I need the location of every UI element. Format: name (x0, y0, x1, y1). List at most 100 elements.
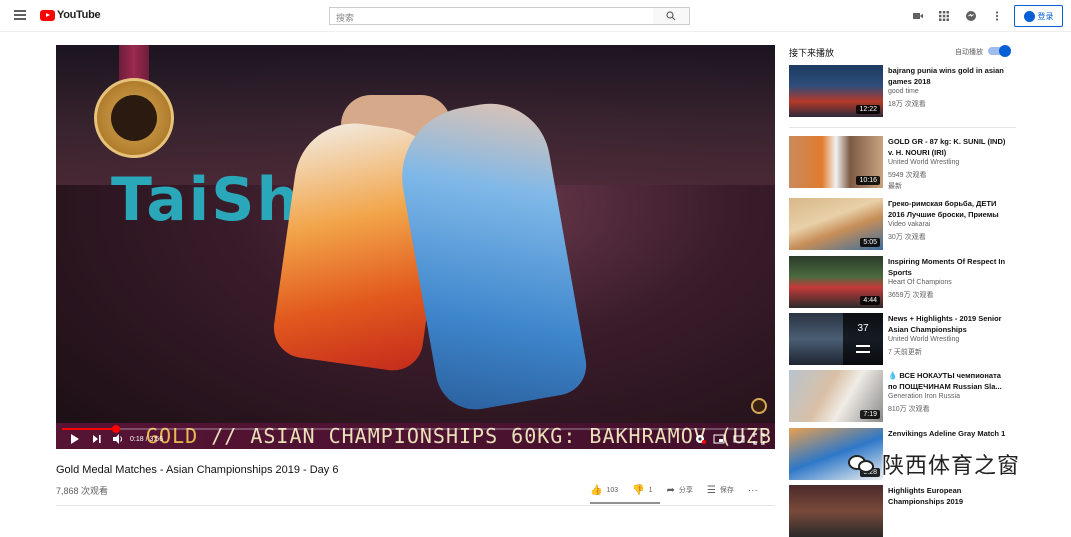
toggle-knob (999, 45, 1011, 57)
logo-text: YouTube (57, 9, 101, 21)
autoplay-toggle[interactable] (988, 45, 1011, 57)
rec-channel[interactable]: Generation Iron Russia (888, 393, 960, 400)
video-thumbnail[interactable]: 4:44 (789, 256, 883, 308)
playlist-thumbnail[interactable]: 37 (789, 313, 883, 365)
chat-icon[interactable] (965, 10, 977, 22)
share-icon: ➦ (666, 484, 675, 496)
rec-channel[interactable]: United World Wrestling (888, 159, 959, 166)
like-ratio-bar (590, 502, 660, 504)
autoplay-label: 自动播放 (955, 49, 983, 56)
search-button[interactable] (653, 7, 690, 25)
fullscreen-button[interactable] (753, 433, 765, 449)
share-button[interactable]: ➦ 分享 (667, 485, 693, 496)
like-count: 103 (606, 486, 619, 494)
up-next-heading: 接下来播放 (789, 48, 835, 58)
rec-title[interactable]: Zenvikings Adeline Gray Match 1 (888, 428, 1008, 439)
play-icon (71, 434, 79, 444)
rec-views: 810万 次观看 (888, 406, 930, 413)
rec-views: 30万 次观看 (888, 234, 926, 241)
rec-channel[interactable]: good time (888, 88, 919, 95)
signin-button[interactable]: 登录 (1014, 5, 1063, 27)
menu-icon[interactable] (14, 10, 26, 20)
video-thumbnail[interactable]: 5:05 (789, 198, 883, 250)
playlist-count: 37 (857, 323, 869, 334)
video-thumbnail[interactable]: 10:16 (789, 136, 883, 188)
playlist-overlay: 37 (843, 313, 883, 365)
rec-views: 18万 次观看 (888, 101, 926, 108)
autoplay-toggle-button[interactable] (694, 433, 706, 449)
miniplayer-button[interactable] (713, 433, 725, 449)
rec-channel[interactable]: Heart Of Champions (888, 279, 952, 286)
rec-title[interactable]: GOLD GR - 87 kg: K. SUNIL (IND) v. H. NO… (888, 136, 1008, 158)
rec-views: 3659万 次观看 (888, 292, 934, 299)
channel-watermark-icon[interactable] (751, 398, 767, 414)
section-separator (789, 127, 1016, 128)
rec-title[interactable]: Греко-римская борьба, ДЕТИ 2016 Лучшие б… (888, 198, 1008, 220)
recommended-video[interactable]: 10:16 GOLD GR - 87 kg: K. SUNIL (IND) v.… (789, 136, 1019, 190)
miniplayer-icon (713, 434, 725, 444)
recommended-video[interactable]: 7:19 💧 ВСЕ НОКАУТЫ чемпионата по ПОЩЕЧИН… (789, 370, 1019, 422)
rec-channel[interactable]: Video vakarai (888, 221, 930, 228)
like-button[interactable]: 👍 103 (590, 485, 618, 496)
next-button[interactable] (92, 433, 102, 449)
new-badge: 最新 (888, 183, 902, 190)
playlist-icon (856, 345, 870, 353)
watermark-text: 陕西体育之窗 (882, 454, 1021, 479)
video-thumbnail[interactable] (789, 485, 883, 537)
more-actions-button[interactable]: ··· (748, 485, 758, 496)
video-actions: 👍 103 👎 1 ➦ 分享 ☰ 保存 ··· (590, 482, 772, 498)
playlist-add-icon: ☰ (706, 484, 716, 496)
time-display: 0:18 / 3:56 (130, 436, 164, 443)
recommended-video[interactable]: 5:05 Греко-римская борьба, ДЕТИ 2016 Луч… (789, 198, 1019, 250)
gold-medal-logo (94, 78, 174, 158)
view-count: 7,868 次观看 (56, 486, 109, 496)
recommended-video[interactable]: 4:44 Inspiring Moments Of Respect In Spo… (789, 256, 1019, 308)
save-button[interactable]: ☰ 保存 (707, 485, 734, 496)
more-vert-icon[interactable] (991, 10, 1003, 22)
account-icon (1023, 10, 1035, 22)
signin-label: 登录 (1037, 11, 1054, 21)
video-thumbnail[interactable]: 12:22 (789, 65, 883, 117)
rec-title[interactable]: Highlights European Championships 2019 (888, 485, 1008, 507)
rec-views: 7 天前更新 (888, 349, 922, 356)
volume-icon (113, 434, 122, 444)
divider (56, 505, 775, 506)
dislike-button[interactable]: 👎 1 (632, 485, 652, 496)
duration-badge: 12:22 (856, 105, 880, 114)
youtube-logo[interactable]: YouTube (40, 9, 101, 21)
duration-badge: 7:19 (860, 410, 880, 419)
recommended-video[interactable]: 12:22 bajrang punia wins gold in asian g… (789, 65, 1019, 117)
play-button[interactable] (70, 433, 80, 449)
thumbs-down-icon: 👎 (632, 484, 645, 496)
progress-played (62, 428, 116, 430)
rec-channel[interactable]: United World Wrestling (888, 336, 959, 343)
youtube-play-icon (40, 9, 55, 21)
apps-grid-icon[interactable] (938, 10, 950, 22)
rec-title[interactable]: 💧 ВСЕ НОКАУТЫ чемпионата по ПОЩЕЧИНАМ Ru… (888, 370, 1008, 392)
fullscreen-icon (753, 433, 765, 445)
video-player[interactable]: TaiSha GOLD // ASIAN CHAMPIONSHIPS 60KG:… (56, 45, 775, 449)
search-input[interactable]: 搜索 (329, 7, 654, 25)
theater-button[interactable] (733, 433, 745, 449)
settings-icon (696, 435, 706, 444)
duration-badge: 4:44 (860, 296, 880, 305)
recommended-playlist[interactable]: 37 News + Highlights - 2019 Senior Asian… (789, 313, 1019, 365)
player-controls: 0:18 / 3:56 (56, 431, 775, 449)
video-camera-icon[interactable] (912, 10, 924, 22)
volume-button[interactable] (112, 433, 124, 449)
masthead: YouTube 搜索 登录 (0, 0, 1071, 32)
dislike-count: 1 (648, 486, 653, 494)
rec-title[interactable]: Inspiring Moments Of Respect In Sports (888, 256, 1008, 278)
duration-badge: 5:05 (860, 238, 880, 247)
rec-title[interactable]: News + Highlights - 2019 Senior Asian Ch… (888, 313, 1008, 335)
account-watermark: 陕西体育之窗 (848, 448, 1020, 480)
rec-title[interactable]: bajrang punia wins gold in asian games 2… (888, 65, 1008, 87)
duration-badge: 10:16 (856, 176, 880, 185)
share-label: 分享 (678, 487, 693, 494)
rec-views: 5949 次观看 (888, 172, 927, 179)
recommended-video[interactable]: Highlights European Championships 2019 (789, 485, 1019, 537)
search-icon (666, 11, 676, 21)
video-thumbnail[interactable]: 7:19 (789, 370, 883, 422)
progress-bar[interactable] (62, 425, 769, 433)
video-title: Gold Medal Matches - Asian Championships… (56, 464, 339, 476)
